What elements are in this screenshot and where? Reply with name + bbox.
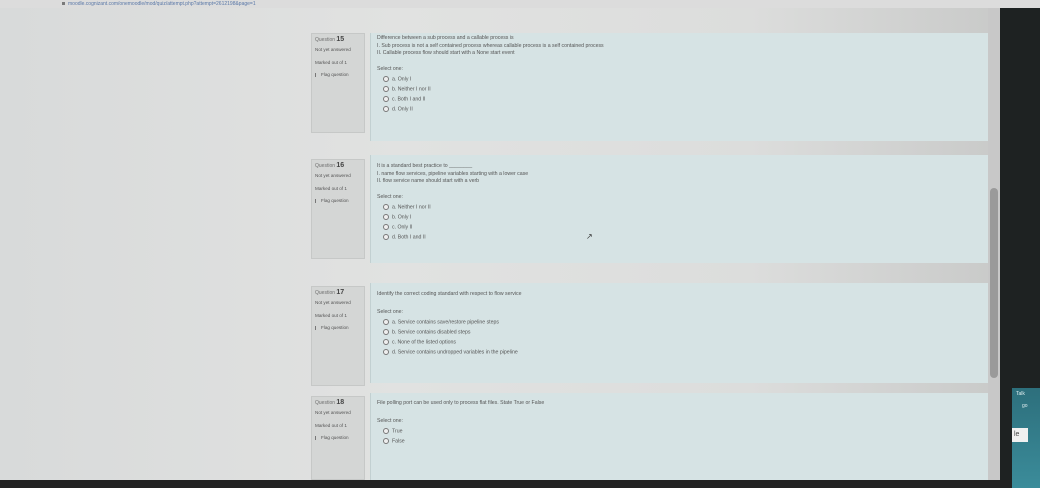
question-marks: Marked out of 1 bbox=[315, 423, 347, 428]
answer-option[interactable]: b. Only I bbox=[377, 213, 982, 224]
radio-button[interactable] bbox=[383, 85, 389, 92]
question-text: Identify the correct coding standard wit… bbox=[377, 291, 522, 297]
adjacent-window-text: Talk bbox=[1016, 391, 1025, 397]
question-text: II. flow service name should start with … bbox=[377, 178, 480, 184]
question-marks: Marked out of 1 bbox=[315, 313, 347, 318]
select-one-label: Select one: bbox=[377, 308, 403, 315]
question-marks: Marked out of 1 bbox=[315, 60, 347, 65]
lock-icon bbox=[62, 2, 65, 5]
question-info-16: Question 16 Not yet answered Marked out … bbox=[311, 159, 365, 259]
question-number: Question 18 bbox=[315, 399, 345, 406]
answer-option[interactable]: a. Only I bbox=[377, 75, 982, 86]
radio-button[interactable] bbox=[383, 213, 389, 220]
radio-button[interactable] bbox=[383, 427, 389, 434]
flag-icon bbox=[315, 72, 319, 77]
question-content-17: Identify the correct coding standard wit… bbox=[370, 283, 988, 383]
adjacent-window-label: le bbox=[1012, 428, 1028, 442]
question-text: I. Sub process is not a self contained p… bbox=[377, 42, 604, 49]
flag-icon bbox=[315, 325, 319, 330]
question-number: Question 16 bbox=[315, 162, 345, 169]
radio-button[interactable] bbox=[383, 95, 389, 102]
url-text: moodle.cognizant.com/onemoodle/mod/quiz/… bbox=[68, 1, 256, 7]
radio-button[interactable] bbox=[383, 233, 389, 240]
question-text: File polling port can be used only to pr… bbox=[377, 400, 545, 406]
radio-button[interactable] bbox=[383, 223, 389, 230]
question-text: Difference between a sub process and a c… bbox=[377, 35, 514, 41]
question-status: Not yet answered bbox=[315, 47, 351, 52]
radio-button[interactable] bbox=[383, 348, 389, 355]
question-content-15: Difference between a sub process and a c… bbox=[370, 33, 988, 141]
select-one-label: Select one: bbox=[377, 65, 403, 72]
question-marks: Marked out of 1 bbox=[315, 186, 347, 191]
answer-option[interactable]: True bbox=[377, 427, 982, 438]
desktop-background: Talk go le bbox=[1000, 8, 1040, 488]
answer-option[interactable]: c. Both I and II bbox=[377, 95, 982, 106]
answer-option[interactable]: d. Service contains undropped variables … bbox=[377, 348, 982, 359]
answer-option[interactable]: a. Service contains save/restore pipelin… bbox=[377, 318, 982, 329]
radio-button[interactable] bbox=[383, 328, 389, 335]
question-content-18: File polling port can be used only to pr… bbox=[370, 393, 988, 480]
question-info-17: Question 17 Not yet answered Marked out … bbox=[311, 286, 365, 386]
question-number: Question 17 bbox=[315, 289, 345, 296]
answer-option[interactable]: a. Neither I nor II bbox=[377, 203, 982, 214]
radio-button[interactable] bbox=[383, 75, 389, 82]
question-info-15: Question 15 Not yet answered Marked out … bbox=[311, 33, 365, 133]
radio-button[interactable] bbox=[383, 318, 389, 325]
page-scrollbar[interactable] bbox=[988, 8, 1000, 480]
question-status: Not yet answered bbox=[315, 173, 351, 178]
flag-question-link[interactable]: Flag question bbox=[315, 72, 361, 77]
answer-option[interactable]: False bbox=[377, 437, 982, 448]
radio-button[interactable] bbox=[383, 338, 389, 345]
mouse-cursor-icon: ↗ bbox=[586, 232, 593, 241]
select-one-label: Select one: bbox=[377, 193, 403, 200]
radio-button[interactable] bbox=[383, 437, 389, 444]
scrollbar-thumb[interactable] bbox=[990, 188, 998, 378]
flag-question-link[interactable]: Flag question bbox=[315, 198, 361, 203]
radio-button[interactable] bbox=[383, 203, 389, 210]
answer-option[interactable]: c. Only II bbox=[377, 223, 982, 234]
radio-button[interactable] bbox=[383, 105, 389, 112]
answer-option[interactable]: b. Neither I nor II bbox=[377, 85, 982, 96]
question-text: It is a standard best practice to ______… bbox=[377, 163, 473, 169]
answer-option[interactable]: d. Both I and II bbox=[377, 233, 982, 244]
question-status: Not yet answered bbox=[315, 300, 351, 305]
flag-icon bbox=[315, 435, 319, 440]
question-text: I. name flow services, pipeline variable… bbox=[377, 170, 529, 177]
answer-option[interactable]: b. Service contains disabled steps bbox=[377, 328, 982, 339]
flag-question-link[interactable]: Flag question bbox=[315, 435, 361, 440]
answer-option[interactable]: c. None of the listed options bbox=[377, 338, 982, 349]
flag-icon bbox=[315, 198, 319, 203]
question-info-18: Question 18 Not yet answered Marked out … bbox=[311, 396, 365, 480]
select-one-label: Select one: bbox=[377, 417, 403, 424]
question-status: Not yet answered bbox=[315, 410, 351, 415]
adjacent-window-text-2: go bbox=[1022, 403, 1028, 409]
answer-option[interactable]: d. Only II bbox=[377, 105, 982, 116]
address-bar[interactable]: moodle.cognizant.com/onemoodle/mod/quiz/… bbox=[0, 0, 1040, 8]
question-content-16: It is a standard best practice to ______… bbox=[370, 155, 988, 263]
flag-question-link[interactable]: Flag question bbox=[315, 325, 361, 330]
question-text: II. Callable process flow should start w… bbox=[377, 50, 515, 56]
question-number: Question 15 bbox=[315, 36, 345, 43]
